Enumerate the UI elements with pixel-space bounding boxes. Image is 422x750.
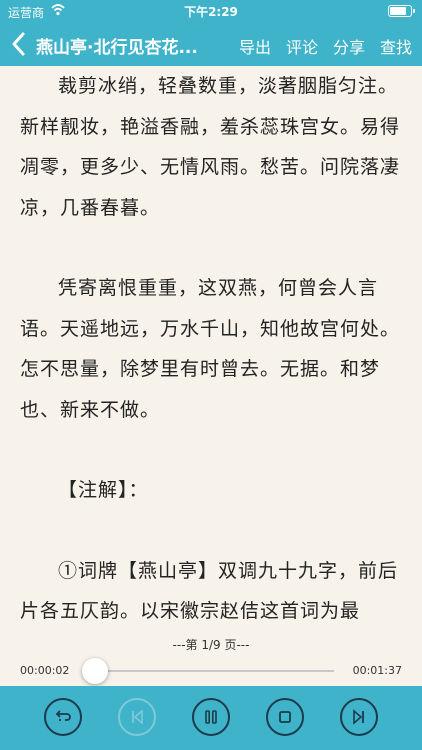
player-controls — [0, 686, 422, 750]
previous-button[interactable] — [118, 698, 156, 736]
search-button[interactable]: 查找 — [380, 34, 412, 58]
progress-thumb[interactable] — [81, 658, 108, 684]
back-chevron-icon[interactable] — [8, 30, 30, 58]
next-icon — [353, 709, 364, 725]
repeat-icon — [55, 710, 71, 721]
status-bar: 运营商 下午2:29 — [0, 0, 422, 22]
next-button[interactable] — [340, 698, 378, 736]
poem-paragraph: 裁剪冰绡，轻叠数重，淡著胭脂匀注。新样靓妆，艳溢香融，羞杀蕊珠宫女。易得凋零，更… — [20, 75, 401, 219]
repeat-button[interactable] — [44, 698, 82, 736]
duration-time: 00:01:37 — [352, 664, 402, 677]
battery-icon — [388, 5, 415, 17]
stop-icon — [279, 711, 291, 723]
share-button[interactable]: 分享 — [333, 34, 365, 58]
nav-actions: 导出 评论 分享 查找 — [239, 34, 412, 58]
note-heading: 【注解】： — [58, 479, 149, 501]
page-title: 燕山亭·北行见杏花... — [36, 38, 198, 58]
note-text: ①词牌【燕山亭】双调九十九字，前后片各五仄韵。以宋徽宗赵佶这首词为最 — [20, 559, 399, 623]
audio-progress: 00:00:02 00:01:37 — [0, 658, 422, 684]
pause-icon — [205, 710, 217, 724]
pause-button[interactable] — [192, 698, 230, 736]
poem-paragraph: 凭寄离恨重重，这双燕，何曾会人言语。天遥地远，万水千山，知他故宫何处。怎不思量，… — [20, 277, 401, 421]
export-button[interactable]: 导出 — [239, 34, 271, 58]
progress-track[interactable] — [81, 658, 334, 684]
status-time: 下午2:29 — [184, 5, 238, 19]
elapsed-time: 00:00:02 — [20, 664, 70, 677]
stop-button[interactable] — [266, 698, 304, 736]
poem-content: 裁剪冰绡，轻叠数重，淡著胭脂匀注。新样靓妆，艳溢香融，羞杀蕊珠宫女。易得凋零，更… — [20, 66, 402, 672]
comment-button[interactable]: 评论 — [286, 34, 318, 58]
nav-bar: 燕山亭·北行见杏花... 导出 评论 分享 查找 — [0, 22, 422, 66]
previous-icon — [132, 709, 143, 725]
page-indicator: ---第 1/9 页--- — [172, 638, 250, 652]
